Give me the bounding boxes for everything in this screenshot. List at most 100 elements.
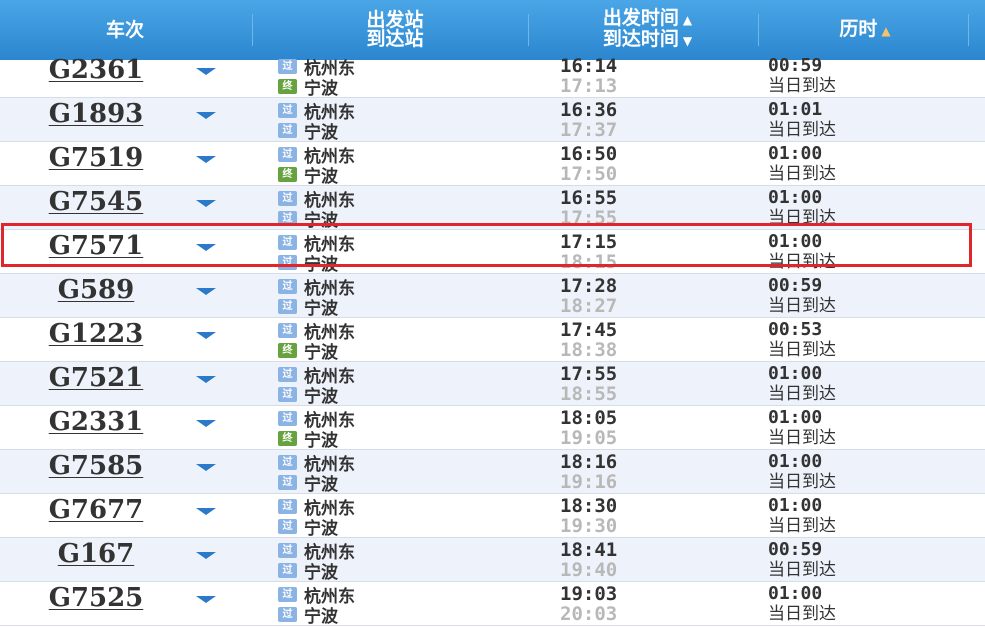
departure-time: 18:41 [560, 539, 618, 561]
train-number-link[interactable]: G589 [22, 276, 170, 304]
departure-time: 18:16 [560, 451, 618, 473]
chevron-down-icon[interactable] [196, 244, 216, 251]
departure-time: 16:55 [560, 187, 618, 209]
station-badge-icon: 过 [278, 586, 297, 602]
sort-up-icon[interactable]: ▲ [881, 24, 890, 38]
to-station: 过宁波 [278, 516, 338, 539]
departure-time-sort[interactable]: 出发时间 [603, 7, 679, 29]
arrival-time: 19:05 [560, 427, 618, 449]
station-badge-icon: 过 [278, 542, 297, 558]
table-row[interactable]: G7545 过杭州东过宁波 16:55 17:55 01:00 当日到达 [0, 186, 985, 231]
chevron-down-icon[interactable] [196, 112, 216, 119]
train-number-link[interactable]: G2361 [22, 56, 170, 84]
table-row[interactable]: G7677 过杭州东过宁波 18:30 19:30 01:00 当日到达 [0, 494, 985, 539]
arrival-time-sort[interactable]: 到达时间 [603, 28, 679, 50]
chevron-down-icon[interactable] [196, 508, 216, 515]
arrival-note: 当日到达 [768, 560, 836, 580]
departure-time: 17:28 [560, 275, 618, 297]
duration: 00:59 [768, 539, 823, 560]
station-badge-icon: 过 [278, 146, 297, 162]
station-badge-icon: 过 [278, 298, 297, 314]
table-row[interactable]: G7525 过杭州东过宁波 19:03 20:03 01:00 当日到达 [0, 582, 985, 627]
train-number-link[interactable]: G1893 [22, 100, 170, 128]
header-divider [968, 14, 969, 46]
arrival-time: 17:50 [560, 163, 618, 185]
duration-column-header[interactable]: 历时 ▲ [765, 0, 965, 60]
table-row[interactable]: G589 过杭州东过宁波 17:28 18:27 00:59 当日到达 [0, 274, 985, 319]
chevron-down-icon[interactable] [196, 288, 216, 295]
train-number-link[interactable]: G7521 [22, 364, 170, 392]
duration: 01:00 [768, 363, 823, 384]
arrival-time: 18:15 [560, 251, 618, 273]
arrival-note: 当日到达 [768, 164, 836, 184]
table-row[interactable]: G167 过杭州东过宁波 18:41 19:40 00:59 当日到达 [0, 538, 985, 583]
to-station-name: 宁波 [304, 342, 338, 363]
duration-sort[interactable]: 历时 [839, 18, 877, 40]
arrival-note: 当日到达 [768, 472, 836, 492]
station-badge-icon: 过 [278, 518, 297, 534]
chevron-down-icon[interactable] [196, 552, 216, 559]
station-badge-icon: 过 [278, 606, 297, 622]
train-number-link[interactable]: G2331 [22, 408, 170, 436]
arrival-time: 18:38 [560, 339, 618, 361]
table-row[interactable]: G2331 过杭州东终宁波 18:05 19:05 01:00 当日到达 [0, 406, 985, 451]
to-station-name: 宁波 [304, 430, 338, 451]
train-number-link[interactable]: G7519 [22, 144, 170, 172]
station-badge-icon: 过 [278, 278, 297, 294]
table-row[interactable]: G7571 过杭州东过宁波 17:15 18:15 01:00 当日到达 [0, 230, 985, 275]
station-badge-icon: 终 [278, 342, 297, 358]
train-number-link[interactable]: G7525 [22, 584, 170, 612]
train-number-link[interactable]: G167 [22, 540, 170, 568]
station-column-header: 出发站 到达站 [260, 0, 530, 60]
table-row[interactable]: G1893 过杭州东过宁波 16:36 17:37 01:01 当日到达 [0, 98, 985, 143]
duration: 01:00 [768, 231, 823, 252]
train-column-label: 车次 [105, 18, 144, 41]
to-station: 过宁波 [278, 252, 338, 275]
chevron-down-icon[interactable] [196, 156, 216, 163]
chevron-down-icon[interactable] [196, 420, 216, 427]
train-number-link[interactable]: G7571 [22, 232, 170, 260]
table-row[interactable]: G7521 过杭州东过宁波 17:55 18:55 01:00 当日到达 [0, 362, 985, 407]
train-number-link[interactable]: G7545 [22, 188, 170, 216]
table-row[interactable]: G7585 过杭州东过宁波 18:16 19:16 01:00 当日到达 [0, 450, 985, 495]
to-station: 过宁波 [278, 604, 338, 627]
station-badge-icon: 过 [278, 562, 297, 578]
chevron-down-icon[interactable] [196, 596, 216, 603]
sort-up-icon[interactable]: ▲ [683, 13, 692, 27]
train-number-link[interactable]: G7677 [22, 496, 170, 524]
table-row[interactable]: G2361 过杭州东终宁波 16:14 17:13 00:59 当日到达 [0, 54, 985, 99]
to-station: 过宁波 [278, 208, 338, 231]
chevron-down-icon[interactable] [196, 376, 216, 383]
station-badge-icon: 过 [278, 58, 297, 74]
departure-time: 16:50 [560, 143, 618, 165]
duration: 00:59 [768, 55, 823, 76]
sort-down-icon[interactable]: ▼ [683, 34, 692, 48]
to-station: 过宁波 [278, 384, 338, 407]
table-row[interactable]: G1223 过杭州东终宁波 17:45 18:38 00:53 当日到达 [0, 318, 985, 363]
arrival-note: 当日到达 [768, 76, 836, 96]
duration: 01:00 [768, 187, 823, 208]
arrival-note: 当日到达 [768, 384, 836, 404]
station-badge-icon: 过 [278, 410, 297, 426]
arrival-time: 17:55 [560, 207, 618, 229]
duration: 01:00 [768, 407, 823, 428]
time-column-header[interactable]: 出发时间 ▲ 到达时间 ▼ [535, 0, 760, 60]
arrival-time: 20:03 [560, 603, 618, 625]
station-badge-icon: 过 [278, 210, 297, 226]
station-badge-icon: 过 [278, 322, 297, 338]
to-station: 过宁波 [278, 472, 338, 495]
arrival-note: 当日到达 [768, 516, 836, 536]
to-station-name: 宁波 [304, 562, 338, 583]
duration: 01:01 [768, 99, 823, 120]
departure-time: 18:05 [560, 407, 618, 429]
header-divider [528, 14, 529, 46]
chevron-down-icon[interactable] [196, 68, 216, 75]
chevron-down-icon[interactable] [196, 464, 216, 471]
station-badge-icon: 过 [278, 386, 297, 402]
departure-time: 17:45 [560, 319, 618, 341]
train-number-link[interactable]: G1223 [22, 320, 170, 348]
chevron-down-icon[interactable] [196, 332, 216, 339]
train-number-link[interactable]: G7585 [22, 452, 170, 480]
chevron-down-icon[interactable] [196, 200, 216, 207]
table-row[interactable]: G7519 过杭州东终宁波 16:50 17:50 01:00 当日到达 [0, 142, 985, 187]
